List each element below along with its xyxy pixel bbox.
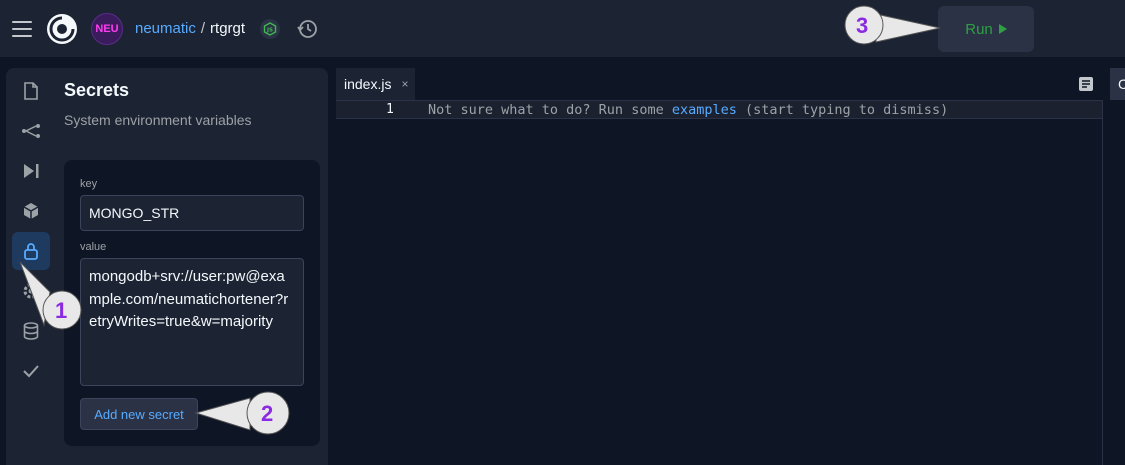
callout-overlay <box>19 5 941 435</box>
callout-2-pointer <box>194 397 251 431</box>
callout-3-pointer <box>875 13 941 43</box>
callout-2-number: 2 <box>261 401 274 426</box>
callout-1-number: 1 <box>55 298 68 323</box>
callout-3-number: 3 <box>856 13 869 38</box>
